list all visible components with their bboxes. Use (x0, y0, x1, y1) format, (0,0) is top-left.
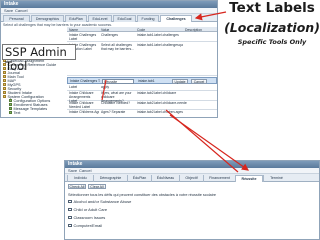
checkbox-item[interactable]: Alcohol and/or Substance Abuse (68, 199, 131, 205)
cell-value: Select all challenges that may be barrie… (101, 43, 134, 51)
row-divider (67, 41, 217, 42)
cell-value: Challenges (101, 33, 118, 37)
cell-name: Label (69, 85, 78, 89)
admin-window-title: Intake (1, 1, 217, 8)
checkbox-label: Classroom Issues (73, 215, 106, 220)
check-buttons-row: Check All Clear All (65, 183, 319, 190)
tab-individu[interactable]: Individu (67, 175, 93, 182)
localization-subtitle: (Localization) (224, 20, 320, 35)
cell-value: Ages? Separate (101, 110, 126, 114)
column-header-value[interactable]: Value (101, 28, 109, 32)
checkbox-label: Computer/Email (73, 223, 103, 228)
tab-eduplan[interactable]: EduPlan (65, 15, 87, 22)
tab-edugoal[interactable]: EduGoal (113, 15, 136, 22)
ssp-admin-tool-label: SSP Admin Tool (2, 44, 76, 73)
grid-edit-row: Intake Challenges Tab Réussite intake.ta… (67, 77, 217, 84)
cancel-button[interactable]: Cancel (79, 169, 91, 173)
leaf-icon (9, 99, 12, 103)
tab-eduplan[interactable]: ÉduPlan (127, 175, 151, 182)
cell-code: intake.tab1.label.challengesquestion (137, 43, 183, 47)
tab-eduniveau[interactable]: ÉduNiveau (151, 175, 179, 182)
column-header-code[interactable]: Code (137, 28, 145, 32)
tab-challenges[interactable]: Challenges (160, 15, 192, 22)
folder-icon (3, 87, 6, 91)
localized-intake-window: Intake Save Cancel Individu Démographie … (64, 160, 320, 240)
cancel-edit-button[interactable]: Cancel (191, 79, 207, 84)
save-button[interactable]: Save (68, 169, 77, 173)
cell-value: apply (101, 85, 110, 89)
leaf-icon (9, 111, 12, 115)
cancel-button[interactable]: Cancel (15, 9, 27, 13)
folder-icon (3, 79, 6, 83)
checkbox[interactable] (68, 199, 72, 204)
folder-icon (3, 83, 6, 87)
tab-financement[interactable]: Financement (203, 175, 235, 182)
save-button[interactable]: Save (4, 9, 13, 13)
checkbox-label: Child or Adult Care (73, 207, 108, 212)
tab-objectif[interactable]: Objectif (179, 175, 203, 182)
cell-code: intake.tab1.label.challenges (137, 33, 179, 37)
cell-value: Childcare Needed? (101, 101, 131, 105)
text-labels-title: Text Labels (229, 0, 315, 16)
text-labels-grid: Name Value Code Description Intake Chall… (67, 27, 217, 117)
cell-name: Intake Challenges Tab (70, 79, 100, 83)
tab-personal[interactable]: Personal (3, 15, 30, 22)
tab-edulevel[interactable]: EduLevel (88, 15, 112, 22)
intake-window-title: Intake (65, 161, 319, 168)
tab-demographics[interactable]: Demographics (31, 15, 64, 22)
tab-funding[interactable]: Funding (137, 15, 159, 22)
admin-tab-bar: Personal Demographics EduPlan EduLevel E… (1, 14, 217, 22)
tree-item-label: Text (13, 111, 21, 115)
intake-tab-bar: Individu Démographie ÉduPlan ÉduNiveau O… (65, 174, 319, 182)
folder-icon (3, 91, 6, 95)
leaf-icon (9, 107, 12, 111)
tab-demographie[interactable]: Démographie (93, 175, 127, 182)
row-divider (67, 75, 217, 76)
checkbox[interactable] (68, 207, 72, 212)
column-header-name[interactable]: Name (69, 28, 78, 32)
checkbox-label: Alcohol and/or Substance Abuse (73, 199, 132, 204)
update-button[interactable]: Update (172, 79, 188, 84)
folder-icon (3, 95, 6, 99)
tab-reussite[interactable]: Réussite (235, 175, 263, 182)
checkbox-item[interactable]: Child or Adult Care (68, 207, 107, 213)
cell-code: intake.tab2.label.childcare (137, 91, 177, 95)
tab-termine[interactable]: Terminé (263, 175, 289, 182)
clear-all-button[interactable]: Clear All (88, 184, 106, 189)
checkbox-item[interactable]: Classroom Issues (68, 215, 105, 221)
cell-code: intake.tab2.label.childcare-needed (137, 101, 187, 105)
checkbox-item[interactable]: Computer/Email (68, 223, 102, 229)
leaf-icon (9, 103, 12, 107)
tree-item-text[interactable]: Text (9, 111, 20, 116)
specific-tools-note: Specific Tools Only (237, 38, 307, 46)
cell-name: Intake Challenges Label (69, 33, 97, 41)
value-edit-input[interactable]: Réussite (102, 79, 134, 84)
cell-name: Intake Childcare Needed Label (69, 101, 94, 109)
checkbox[interactable] (68, 215, 72, 220)
challenges-description: Sélectionner tous les défis qui peuvent … (68, 193, 216, 197)
folder-icon (3, 75, 6, 79)
cell-code: intake.tab2.label.children-ages (137, 110, 183, 114)
check-all-button[interactable]: Check All (68, 184, 86, 189)
checkbox[interactable] (68, 223, 72, 228)
cell-name: Intake Childrens Ages Label (69, 110, 99, 114)
grid-header: Name Value Code Description (67, 27, 217, 32)
cell-code: intake.tab1 (138, 79, 155, 83)
column-header-description[interactable]: Description (185, 28, 202, 32)
